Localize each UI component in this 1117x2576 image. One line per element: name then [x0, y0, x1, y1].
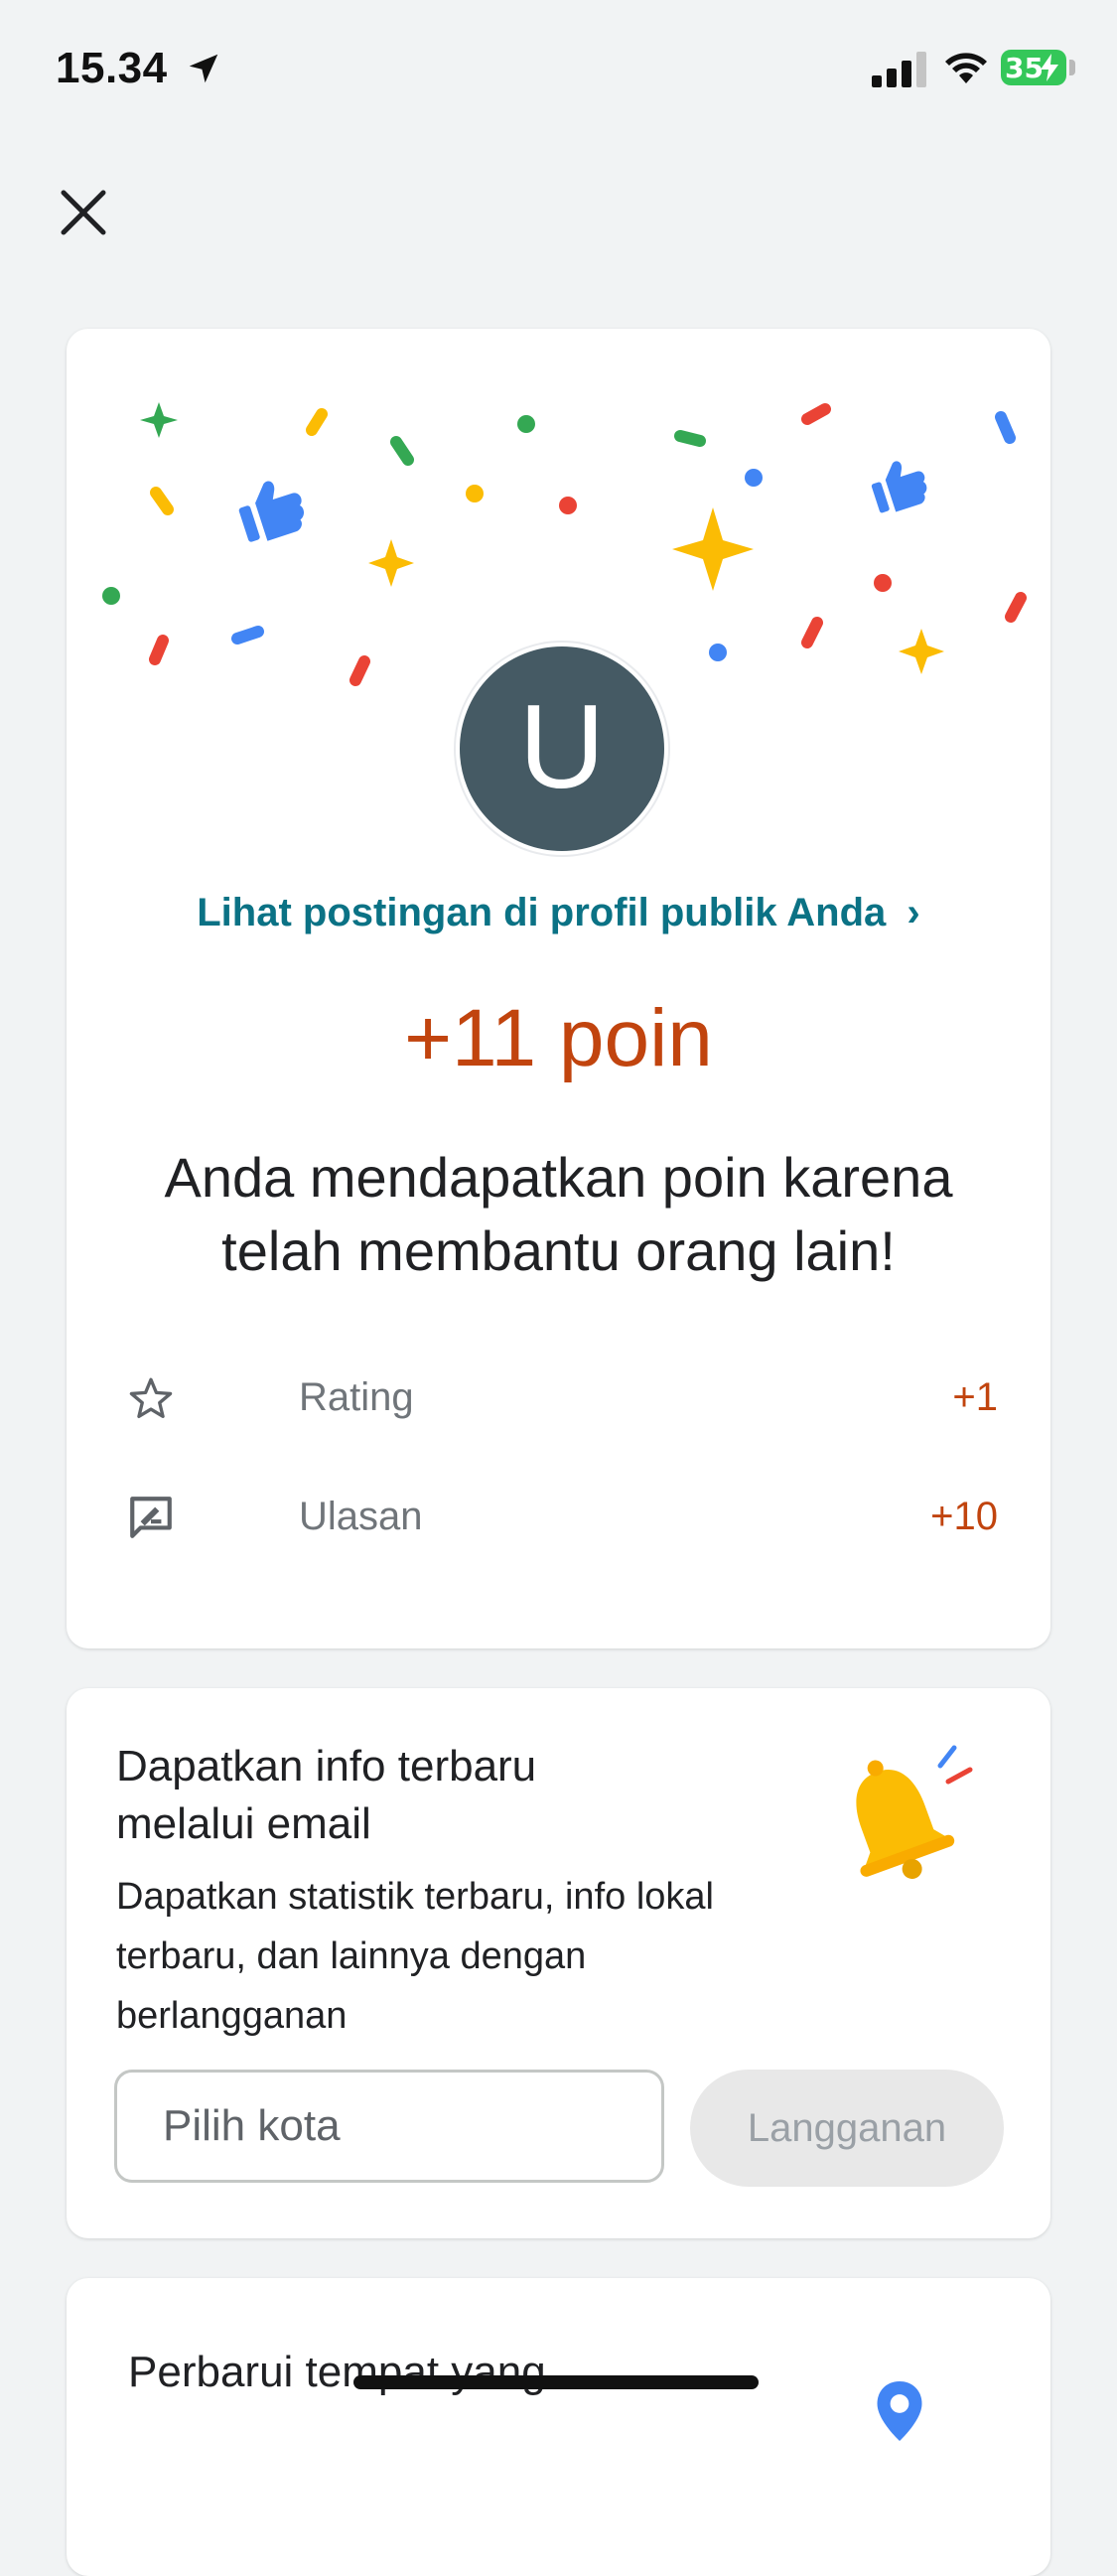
points-card: U Lihat postingan di profil publik Anda … — [67, 329, 1050, 1648]
review-icon — [130, 1497, 172, 1538]
cellular-signal-icon — [872, 52, 926, 87]
map-pin-icon — [877, 2381, 922, 2441]
row-label: Ulasan — [299, 1495, 423, 1538]
row-value: +1 — [952, 1375, 998, 1419]
row-label: Rating — [299, 1375, 414, 1419]
city-select-input[interactable]: Pilih kota — [114, 2070, 664, 2183]
subscribe-title: Dapatkan info terbaru melalui email — [116, 1742, 537, 1848]
chevron-right-icon: › — [907, 891, 920, 934]
public-profile-link[interactable]: Lihat postingan di profil publik Anda › — [67, 891, 1050, 935]
avatar: U — [456, 643, 668, 855]
bell-icon — [856, 1745, 973, 1879]
star-outline-icon — [129, 1377, 173, 1418]
location-arrow-icon — [189, 54, 218, 83]
battery-cap — [1069, 60, 1075, 75]
points-message: Anda mendapatkan poin karena telah memba… — [164, 1146, 953, 1282]
points-earned: +11 poin — [404, 993, 713, 1083]
update-places-title: Perbarui tempat yang — [128, 2348, 546, 2396]
points-row-review: Ulasan +10 — [126, 1487, 998, 1546]
subscribe-description: Dapatkan statistik terbaru, info lokal t… — [116, 1876, 714, 2037]
update-places-card: Perbarui tempat yang — [67, 2278, 1050, 2576]
status-time: 15.34 — [56, 44, 168, 92]
row-value: +10 — [930, 1495, 998, 1538]
points-row-rating: Rating +1 — [126, 1367, 998, 1427]
email-subscribe-card: Dapatkan info terbaru melalui email Dapa… — [67, 1688, 1050, 2238]
public-profile-link-label: Lihat postingan di profil publik Anda — [197, 891, 887, 934]
home-indicator — [353, 2375, 759, 2389]
wifi-icon — [945, 53, 987, 83]
close-icon[interactable] — [56, 185, 111, 240]
battery-indicator: 35 — [1001, 50, 1066, 85]
subscribe-button[interactable]: Langganan — [690, 2070, 1004, 2187]
charging-bolt-icon — [1041, 54, 1058, 81]
avatar-initial: U — [518, 680, 606, 813]
